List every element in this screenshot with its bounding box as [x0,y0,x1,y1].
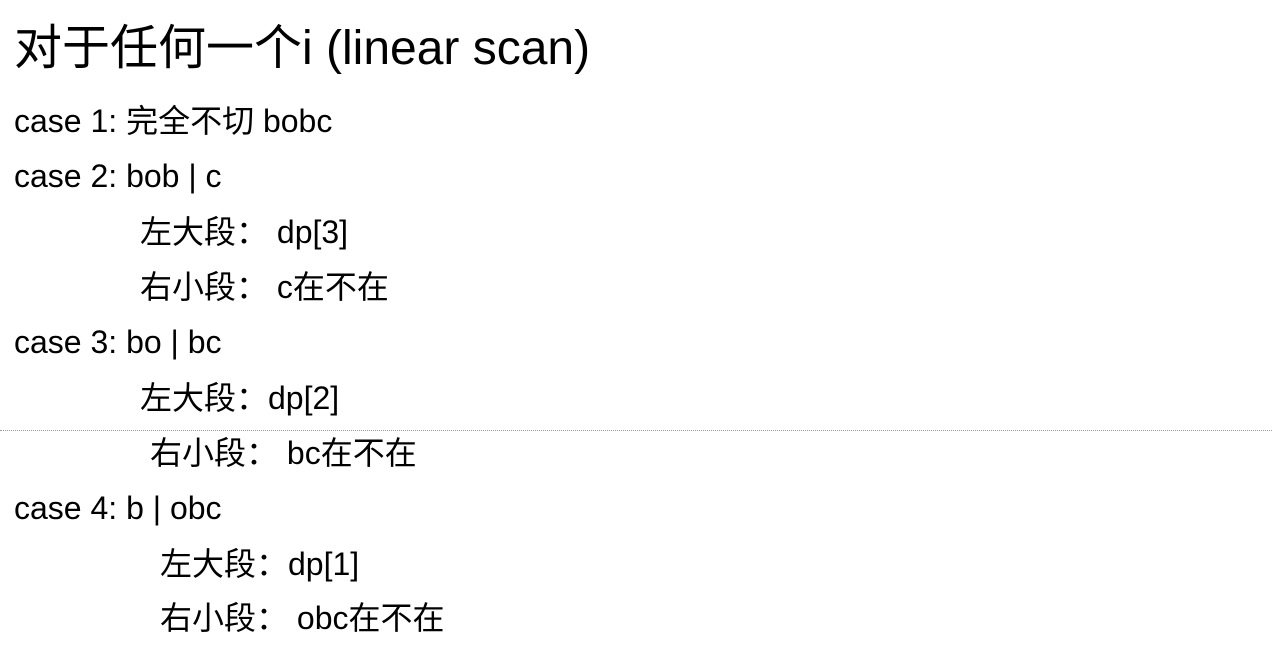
case-2-line: case 2: bob | c [14,158,222,194]
page-break-divider [0,430,1272,431]
case-3-right-segment-line: 右小段： bc在不在 [150,435,417,471]
case-4-right-segment-line: 右小段： obc在不在 [160,600,445,636]
case-2-right-segment-line: 右小段： c在不在 [140,269,389,305]
case-2-left-segment-line: 左大段： dp[3] [140,214,349,250]
case-3-left-segment-line: 左大段：dp[2] [140,380,340,416]
case-4-left-segment-line: 左大段：dp[1] [160,546,360,582]
case-4-line: case 4: b | obc [14,490,222,526]
case-3-line: case 3: bo | bc [14,324,222,360]
case-1-line: case 1: 完全不切 bobc [14,103,333,139]
page-title: 对于任何一个i (linear scan) [14,22,591,75]
